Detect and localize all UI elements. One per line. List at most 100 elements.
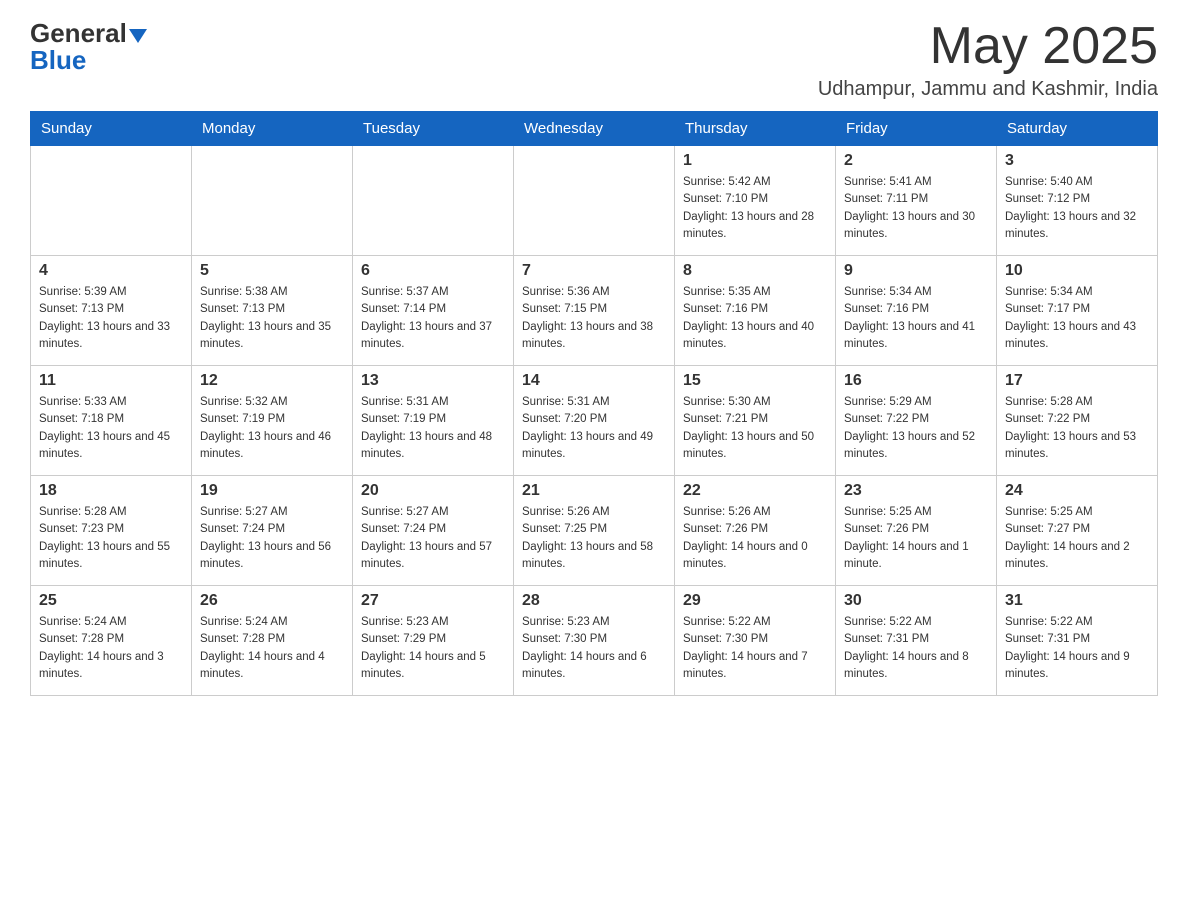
calendar-cell: 4 Sunrise: 5:39 AM Sunset: 7:13 PM Daylig… bbox=[31, 256, 192, 366]
day-info: Sunrise: 5:34 AM Sunset: 7:16 PM Dayligh… bbox=[844, 284, 988, 353]
location-subtitle: Udhampur, Jammu and Kashmir, India bbox=[818, 78, 1158, 101]
day-number: 12 bbox=[200, 372, 344, 390]
day-number: 14 bbox=[522, 372, 666, 390]
calendar-header: SundayMondayTuesdayWednesdayThursdayFrid… bbox=[31, 112, 1158, 146]
day-info: Sunrise: 5:41 AM Sunset: 7:11 PM Dayligh… bbox=[844, 174, 988, 243]
day-number: 19 bbox=[200, 482, 344, 500]
calendar-cell: 18 Sunrise: 5:28 AM Sunset: 7:23 PM Dayli… bbox=[31, 476, 192, 586]
calendar-cell bbox=[31, 146, 192, 256]
calendar-cell: 23Sunrise: 5:25 AM Sunset: 7:26 PM Dayli… bbox=[836, 476, 997, 586]
day-info: Sunrise: 5:35 AM Sunset: 7:16 PM Dayligh… bbox=[683, 284, 827, 353]
day-number: 8 bbox=[683, 262, 827, 280]
weekday-header-wednesday: Wednesday bbox=[514, 112, 675, 146]
calendar-cell: 26 Sunrise: 5:24 AM Sunset: 7:28 PM Dayli… bbox=[192, 586, 353, 696]
day-number: 16 bbox=[844, 372, 988, 390]
calendar-cell: 28 Sunrise: 5:23 AM Sunset: 7:30 PM Dayli… bbox=[514, 586, 675, 696]
calendar-cell: 16 Sunrise: 5:29 AM Sunset: 7:22 PM Dayli… bbox=[836, 366, 997, 476]
day-info: Sunrise: 5:24 AM Sunset: 7:28 PM Dayligh… bbox=[39, 614, 183, 683]
day-number: 17 bbox=[1005, 372, 1149, 390]
calendar-cell: 2Sunrise: 5:41 AM Sunset: 7:11 PM Daylig… bbox=[836, 146, 997, 256]
page-header: General Blue May 2025 Udhampur, Jammu an… bbox=[30, 20, 1158, 101]
calendar-cell: 7Sunrise: 5:36 AM Sunset: 7:15 PM Daylig… bbox=[514, 256, 675, 366]
calendar-cell: 19Sunrise: 5:27 AM Sunset: 7:24 PM Dayli… bbox=[192, 476, 353, 586]
day-info: Sunrise: 5:39 AM Sunset: 7:13 PM Dayligh… bbox=[39, 284, 183, 353]
weekday-header-row: SundayMondayTuesdayWednesdayThursdayFrid… bbox=[31, 112, 1158, 146]
calendar-cell: 24Sunrise: 5:25 AM Sunset: 7:27 PM Dayli… bbox=[997, 476, 1158, 586]
calendar-cell: 13Sunrise: 5:31 AM Sunset: 7:19 PM Dayli… bbox=[353, 366, 514, 476]
calendar-cell: 20 Sunrise: 5:27 AM Sunset: 7:24 PM Dayli… bbox=[353, 476, 514, 586]
day-number: 23 bbox=[844, 482, 988, 500]
calendar-table: SundayMondayTuesdayWednesdayThursdayFrid… bbox=[30, 111, 1158, 696]
day-info: Sunrise: 5:40 AM Sunset: 7:12 PM Dayligh… bbox=[1005, 174, 1149, 243]
day-info: Sunrise: 5:24 AM Sunset: 7:28 PM Dayligh… bbox=[200, 614, 344, 683]
calendar-cell: 11Sunrise: 5:33 AM Sunset: 7:18 PM Dayli… bbox=[31, 366, 192, 476]
day-number: 31 bbox=[1005, 592, 1149, 610]
calendar-week-row: 18 Sunrise: 5:28 AM Sunset: 7:23 PM Dayli… bbox=[31, 476, 1158, 586]
day-number: 3 bbox=[1005, 152, 1149, 170]
day-info: Sunrise: 5:30 AM Sunset: 7:21 PM Dayligh… bbox=[683, 394, 827, 463]
calendar-cell bbox=[514, 146, 675, 256]
calendar-cell: 8 Sunrise: 5:35 AM Sunset: 7:16 PM Daylig… bbox=[675, 256, 836, 366]
day-info: Sunrise: 5:26 AM Sunset: 7:26 PM Dayligh… bbox=[683, 504, 827, 573]
calendar-cell bbox=[353, 146, 514, 256]
day-number: 25 bbox=[39, 592, 183, 610]
calendar-cell: 12 Sunrise: 5:32 AM Sunset: 7:19 PM Dayli… bbox=[192, 366, 353, 476]
calendar-cell: 29Sunrise: 5:22 AM Sunset: 7:30 PM Dayli… bbox=[675, 586, 836, 696]
day-number: 29 bbox=[683, 592, 827, 610]
month-year-title: May 2025 bbox=[818, 20, 1158, 72]
calendar-cell: 3 Sunrise: 5:40 AM Sunset: 7:12 PM Daylig… bbox=[997, 146, 1158, 256]
day-number: 6 bbox=[361, 262, 505, 280]
day-number: 9 bbox=[844, 262, 988, 280]
calendar-week-row: 1 Sunrise: 5:42 AM Sunset: 7:10 PM Daylig… bbox=[31, 146, 1158, 256]
day-number: 15 bbox=[683, 372, 827, 390]
calendar-week-row: 4 Sunrise: 5:39 AM Sunset: 7:13 PM Daylig… bbox=[31, 256, 1158, 366]
day-info: Sunrise: 5:29 AM Sunset: 7:22 PM Dayligh… bbox=[844, 394, 988, 463]
calendar-cell: 14 Sunrise: 5:31 AM Sunset: 7:20 PM Dayli… bbox=[514, 366, 675, 476]
day-info: Sunrise: 5:31 AM Sunset: 7:20 PM Dayligh… bbox=[522, 394, 666, 463]
calendar-cell: 25 Sunrise: 5:24 AM Sunset: 7:28 PM Dayli… bbox=[31, 586, 192, 696]
day-info: Sunrise: 5:27 AM Sunset: 7:24 PM Dayligh… bbox=[361, 504, 505, 573]
calendar-cell: 10Sunrise: 5:34 AM Sunset: 7:17 PM Dayli… bbox=[997, 256, 1158, 366]
day-number: 1 bbox=[683, 152, 827, 170]
day-info: Sunrise: 5:26 AM Sunset: 7:25 PM Dayligh… bbox=[522, 504, 666, 573]
day-number: 7 bbox=[522, 262, 666, 280]
day-info: Sunrise: 5:22 AM Sunset: 7:31 PM Dayligh… bbox=[1005, 614, 1149, 683]
calendar-cell: 15 Sunrise: 5:30 AM Sunset: 7:21 PM Dayli… bbox=[675, 366, 836, 476]
day-info: Sunrise: 5:32 AM Sunset: 7:19 PM Dayligh… bbox=[200, 394, 344, 463]
calendar-cell bbox=[192, 146, 353, 256]
day-info: Sunrise: 5:42 AM Sunset: 7:10 PM Dayligh… bbox=[683, 174, 827, 243]
calendar-week-row: 11Sunrise: 5:33 AM Sunset: 7:18 PM Dayli… bbox=[31, 366, 1158, 476]
day-number: 5 bbox=[200, 262, 344, 280]
logo-triangle-icon bbox=[129, 29, 147, 43]
title-section: May 2025 Udhampur, Jammu and Kashmir, In… bbox=[818, 20, 1158, 101]
calendar-cell: 22 Sunrise: 5:26 AM Sunset: 7:26 PM Dayli… bbox=[675, 476, 836, 586]
day-number: 11 bbox=[39, 372, 183, 390]
calendar-cell: 17 Sunrise: 5:28 AM Sunset: 7:22 PM Dayli… bbox=[997, 366, 1158, 476]
day-number: 24 bbox=[1005, 482, 1149, 500]
day-number: 20 bbox=[361, 482, 505, 500]
day-info: Sunrise: 5:38 AM Sunset: 7:13 PM Dayligh… bbox=[200, 284, 344, 353]
day-number: 21 bbox=[522, 482, 666, 500]
day-number: 28 bbox=[522, 592, 666, 610]
calendar-cell: 1 Sunrise: 5:42 AM Sunset: 7:10 PM Daylig… bbox=[675, 146, 836, 256]
logo-blue-text: Blue bbox=[30, 45, 86, 75]
day-number: 10 bbox=[1005, 262, 1149, 280]
day-info: Sunrise: 5:28 AM Sunset: 7:22 PM Dayligh… bbox=[1005, 394, 1149, 463]
calendar-cell: 6Sunrise: 5:37 AM Sunset: 7:14 PM Daylig… bbox=[353, 256, 514, 366]
day-number: 18 bbox=[39, 482, 183, 500]
day-info: Sunrise: 5:23 AM Sunset: 7:29 PM Dayligh… bbox=[361, 614, 505, 683]
day-info: Sunrise: 5:22 AM Sunset: 7:31 PM Dayligh… bbox=[844, 614, 988, 683]
weekday-header-friday: Friday bbox=[836, 112, 997, 146]
logo-general-text: General bbox=[30, 18, 127, 48]
day-info: Sunrise: 5:23 AM Sunset: 7:30 PM Dayligh… bbox=[522, 614, 666, 683]
calendar-cell: 30Sunrise: 5:22 AM Sunset: 7:31 PM Dayli… bbox=[836, 586, 997, 696]
calendar-cell: 27Sunrise: 5:23 AM Sunset: 7:29 PM Dayli… bbox=[353, 586, 514, 696]
day-number: 26 bbox=[200, 592, 344, 610]
calendar-week-row: 25 Sunrise: 5:24 AM Sunset: 7:28 PM Dayli… bbox=[31, 586, 1158, 696]
day-number: 4 bbox=[39, 262, 183, 280]
weekday-header-sunday: Sunday bbox=[31, 112, 192, 146]
day-number: 22 bbox=[683, 482, 827, 500]
day-info: Sunrise: 5:28 AM Sunset: 7:23 PM Dayligh… bbox=[39, 504, 183, 573]
weekday-header-thursday: Thursday bbox=[675, 112, 836, 146]
calendar-cell: 9 Sunrise: 5:34 AM Sunset: 7:16 PM Daylig… bbox=[836, 256, 997, 366]
